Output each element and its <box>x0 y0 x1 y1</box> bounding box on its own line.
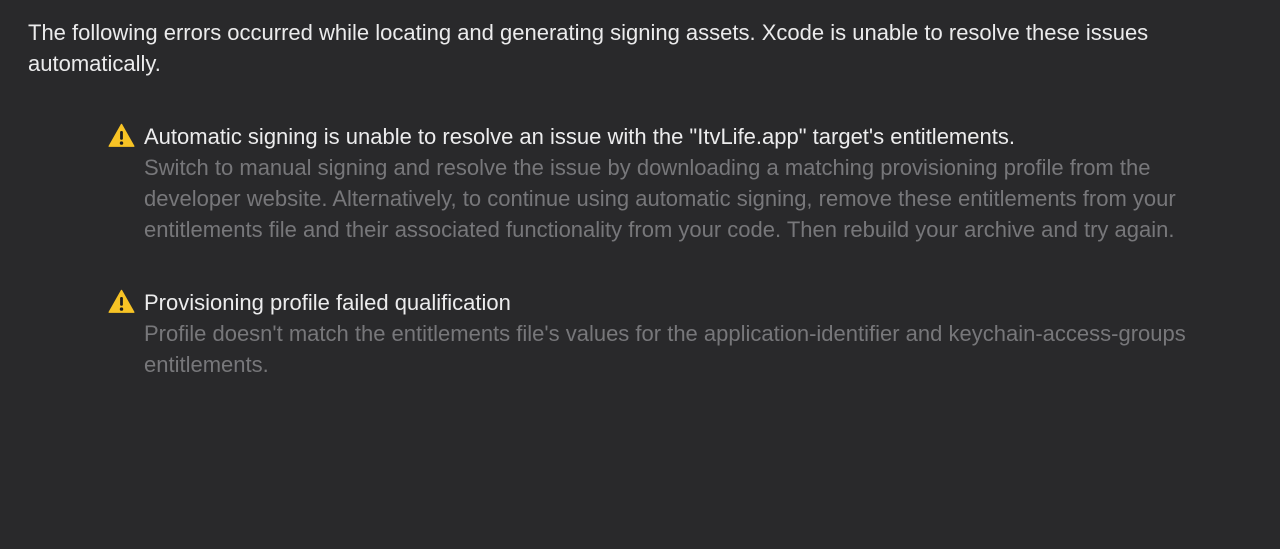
issue-list: Automatic signing is unable to resolve a… <box>28 121 1252 380</box>
issue-item: Automatic signing is unable to resolve a… <box>108 121 1252 245</box>
issue-detail: Profile doesn't match the entitlements f… <box>144 321 1186 377</box>
issue-title: Automatic signing is unable to resolve a… <box>144 124 1015 149</box>
issue-body: Provisioning profile failed qualificatio… <box>144 287 1252 380</box>
signing-errors-sheet: The following errors occurred while loca… <box>0 0 1280 549</box>
intro-message: The following errors occurred while loca… <box>28 20 1149 76</box>
issue-title: Provisioning profile failed qualificatio… <box>144 290 511 315</box>
issue-body: Automatic signing is unable to resolve a… <box>144 121 1252 245</box>
issue-detail: Switch to manual signing and resolve the… <box>144 155 1176 242</box>
issue-item: Provisioning profile failed qualificatio… <box>108 287 1252 380</box>
warning-icon <box>108 289 135 313</box>
warning-icon <box>108 123 135 147</box>
